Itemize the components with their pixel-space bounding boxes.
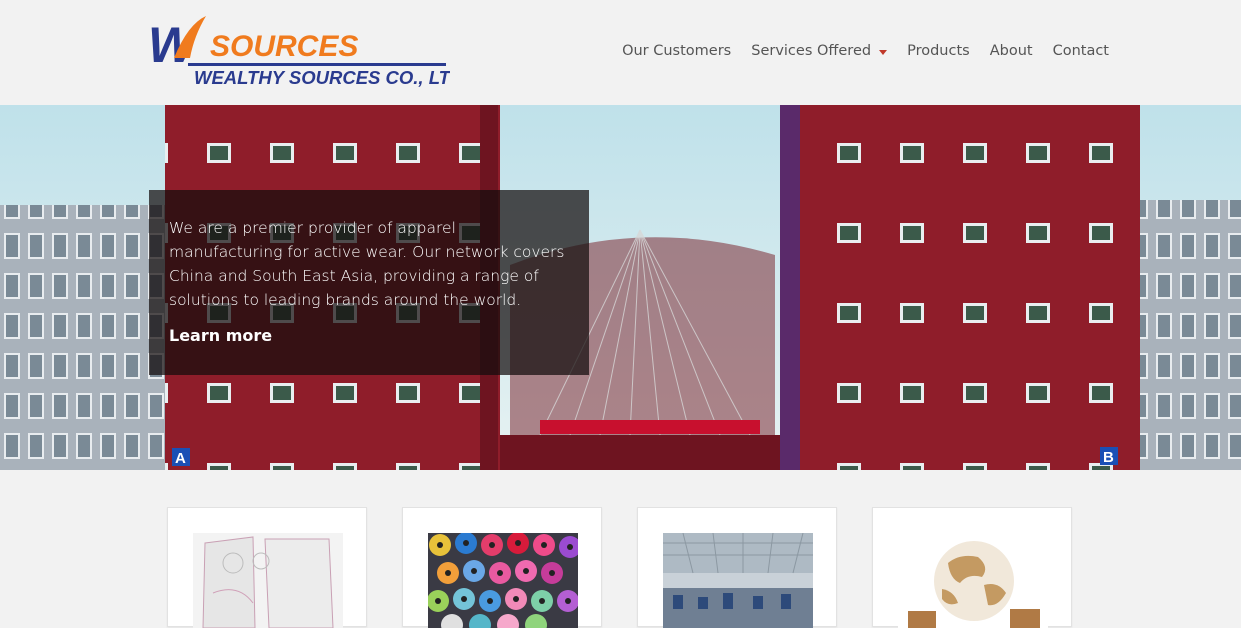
- service-card[interactable]: [872, 507, 1072, 628]
- nav-our-customers[interactable]: Our Customers: [622, 43, 731, 59]
- nav-label: Our Customers: [622, 43, 732, 59]
- main-nav: Our Customers Services Offered Products …: [622, 43, 1109, 59]
- nav-label: Products: [907, 43, 970, 59]
- service-card[interactable]: [637, 507, 837, 628]
- learn-more-link[interactable]: Learn more: [169, 326, 272, 345]
- nav-label: About: [989, 43, 1033, 59]
- hero-description: We are a premier provider of apparel man…: [169, 219, 565, 309]
- factory-floor-image: [663, 533, 813, 628]
- sign-b: B: [1103, 449, 1114, 466]
- nav-about[interactable]: About: [990, 43, 1033, 59]
- logo-word: SOURCES: [210, 30, 358, 63]
- hero-caption-box: We are a premier provider of apparel man…: [149, 190, 589, 375]
- caret-down-icon: [879, 49, 888, 55]
- nav-label: Services Offered: [751, 43, 872, 59]
- globe-boxes-image: [898, 533, 1048, 628]
- logo-company-name: WEALTHY SOURCES CO., LTD: [194, 67, 450, 88]
- service-card[interactable]: [402, 507, 602, 628]
- pattern-paper-image: [193, 533, 343, 628]
- nav-label: Contact: [1052, 43, 1109, 59]
- service-card[interactable]: [167, 507, 367, 628]
- nav-products[interactable]: Products: [907, 43, 970, 59]
- sign-a: A: [175, 450, 186, 467]
- site-header: W SOURCES WEALTHY SOURCES CO., LTD Our C…: [0, 0, 1241, 105]
- company-logo[interactable]: W SOURCES WEALTHY SOURCES CO., LTD: [148, 14, 450, 88]
- hero-banner: A B We are a premier provider of apparel…: [0, 105, 1241, 470]
- nav-services-offered[interactable]: Services Offered: [751, 43, 888, 59]
- nav-contact[interactable]: Contact: [1053, 43, 1109, 59]
- thread-spools-image: [428, 533, 578, 628]
- service-cards: [0, 470, 1241, 628]
